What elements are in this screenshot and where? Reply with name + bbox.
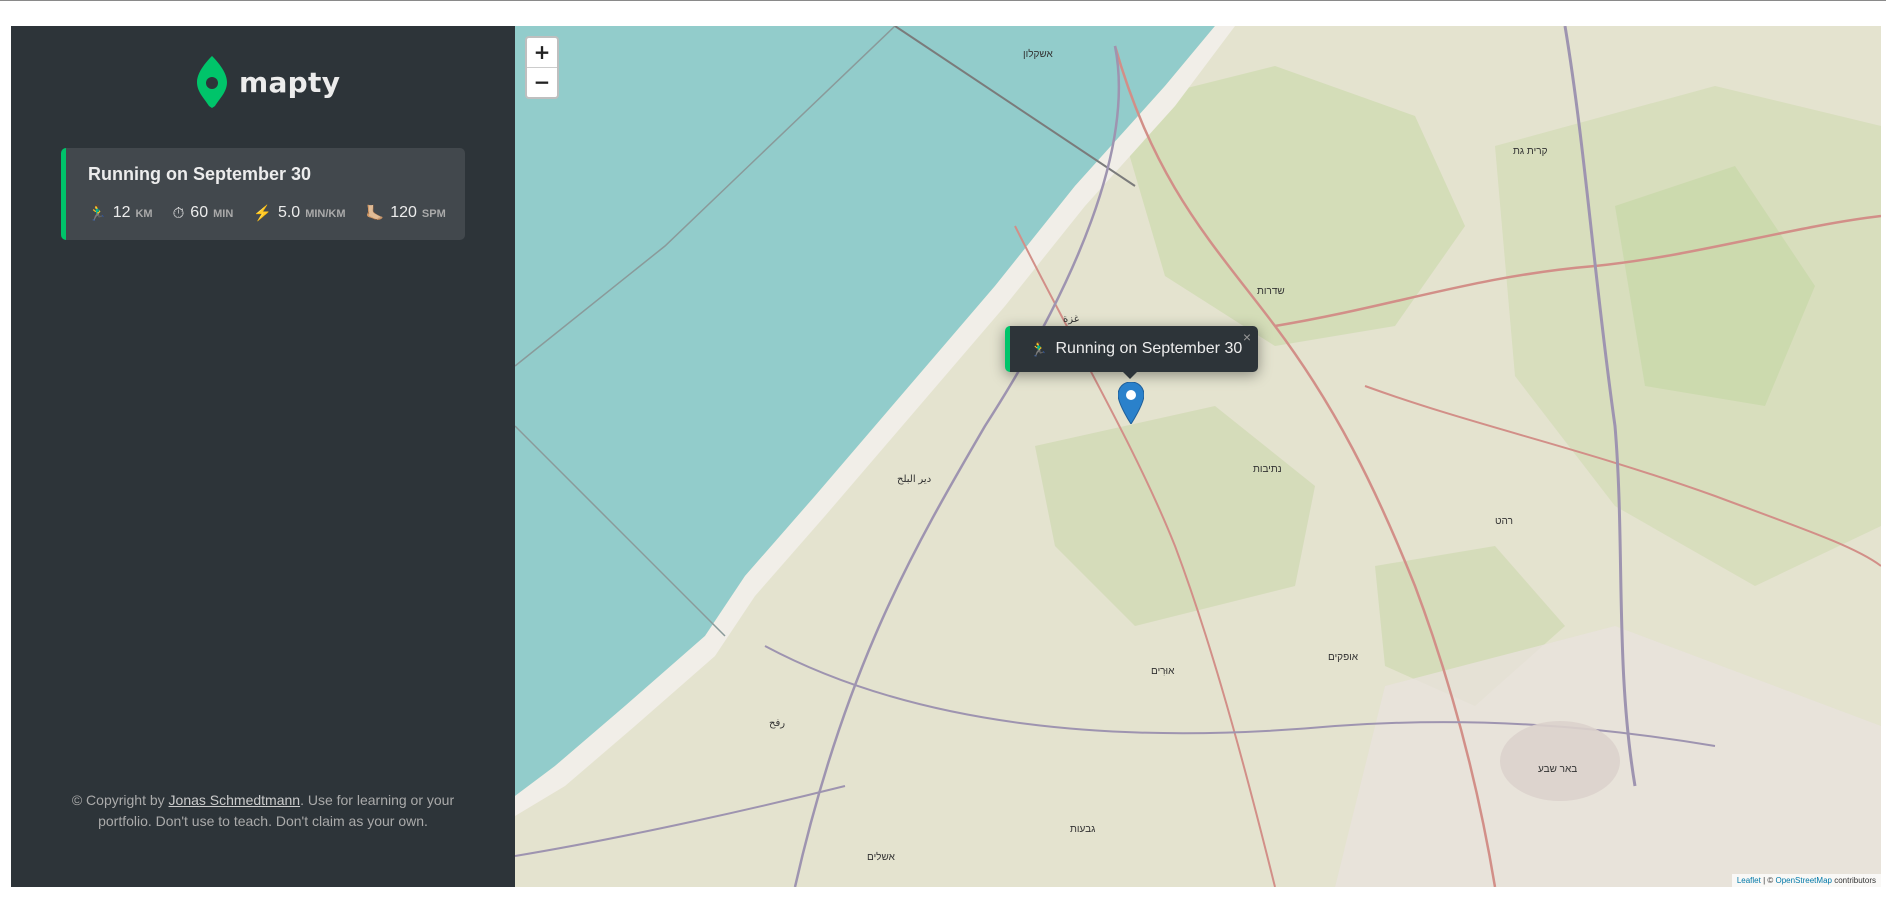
copyright: © Copyright by Jonas Schmedtmann. Use fo…: [51, 790, 475, 833]
cadence-unit: spm: [421, 208, 446, 220]
map-label-urim: אוּרִים: [1151, 666, 1175, 677]
distance-unit: km: [135, 208, 153, 220]
attribution-separator: | ©: [1760, 876, 1776, 885]
duration-detail: ⏱ 60 min: [173, 204, 234, 222]
author-link[interactable]: Jonas Schmedtmann: [169, 792, 301, 808]
pace-detail: ⚡️ 5.0 min/km: [253, 203, 345, 222]
distance-value: 12: [112, 204, 131, 221]
runner-icon: 🏃‍♂️: [88, 205, 107, 222]
zoom-in-button[interactable]: +: [527, 38, 557, 67]
map-attribution: Leaflet | © OpenStreetMap contributors: [1731, 874, 1881, 887]
stopwatch-icon: ⏱: [172, 204, 185, 222]
workout-popup[interactable]: 🏃‍♂️ Running on September 30 ×: [1005, 326, 1258, 372]
workout-details: 🏃‍♂️ 12 km ⏱ 60 min ⚡️ 5.0 min/km 🦶🏼 120…: [88, 203, 466, 223]
map-label-deir-al-balah: دير البلح: [897, 474, 932, 485]
leaflet-link[interactable]: Leaflet: [1737, 876, 1761, 885]
pace-unit: min/km: [305, 208, 346, 220]
foot-icon: 🦶🏼: [365, 205, 385, 222]
workout-card[interactable]: Running on September 30 🏃‍♂️ 12 km ⏱ 60 …: [61, 148, 465, 240]
map-marker-icon[interactable]: [1118, 382, 1144, 424]
app-name: mapty: [239, 65, 341, 99]
duration-unit: min: [213, 207, 234, 220]
map-label-ashkelon: אשקלון: [1023, 49, 1053, 60]
copyright-prefix: © Copyright by: [71, 791, 169, 808]
map-label-gvaot: גבעות: [1070, 824, 1096, 835]
logo: mapty: [197, 56, 340, 108]
map[interactable]: אשקלון קרית גת שדרות נתיבות רהט באר שבע …: [515, 26, 1881, 887]
sidebar: mapty Running on September 30 🏃‍♂️ 12 km…: [11, 26, 515, 887]
attribution-suffix: contributors: [1831, 876, 1876, 885]
lightning-icon: ⚡️: [253, 205, 272, 222]
popup-close-button[interactable]: ×: [1243, 329, 1251, 345]
runner-icon: 🏃‍♂️: [1030, 340, 1048, 357]
popup-text: Running on September 30: [1055, 340, 1243, 357]
map-label-kiryat-gat: קרית גת: [1513, 146, 1548, 157]
map-label-rafah: رفح: [769, 718, 786, 729]
top-border: [0, 0, 1886, 1]
distance-detail: 🏃‍♂️ 12 km: [88, 203, 153, 222]
zoom-control: + −: [525, 36, 559, 99]
workout-title: Running on September 30: [88, 164, 312, 184]
map-label-sderot: שדרות: [1257, 286, 1285, 297]
map-label-rahat: רהט: [1495, 516, 1513, 527]
popup-tip: [1122, 371, 1138, 379]
map-tiles[interactable]: [515, 26, 1881, 887]
osm-link[interactable]: OpenStreetMap: [1775, 876, 1831, 885]
zoom-out-button[interactable]: −: [527, 67, 557, 97]
popup-content: 🏃‍♂️ Running on September 30: [1030, 340, 1242, 358]
cadence-detail: 🦶🏼 120 spm: [366, 203, 446, 222]
map-label-netivot: נתיבות: [1253, 464, 1282, 475]
map-label-gaza: غزة: [1063, 314, 1079, 325]
pace-value: 5.0: [277, 204, 301, 221]
cadence-value: 120: [390, 204, 417, 221]
map-label-ashalim: אשלים: [867, 852, 895, 863]
map-label-ofakim: אופקים: [1328, 652, 1359, 663]
map-pin-logo-icon: [197, 56, 227, 108]
map-label-beer-sheva: באר שבע: [1538, 764, 1578, 775]
duration-value: 60: [190, 203, 209, 221]
